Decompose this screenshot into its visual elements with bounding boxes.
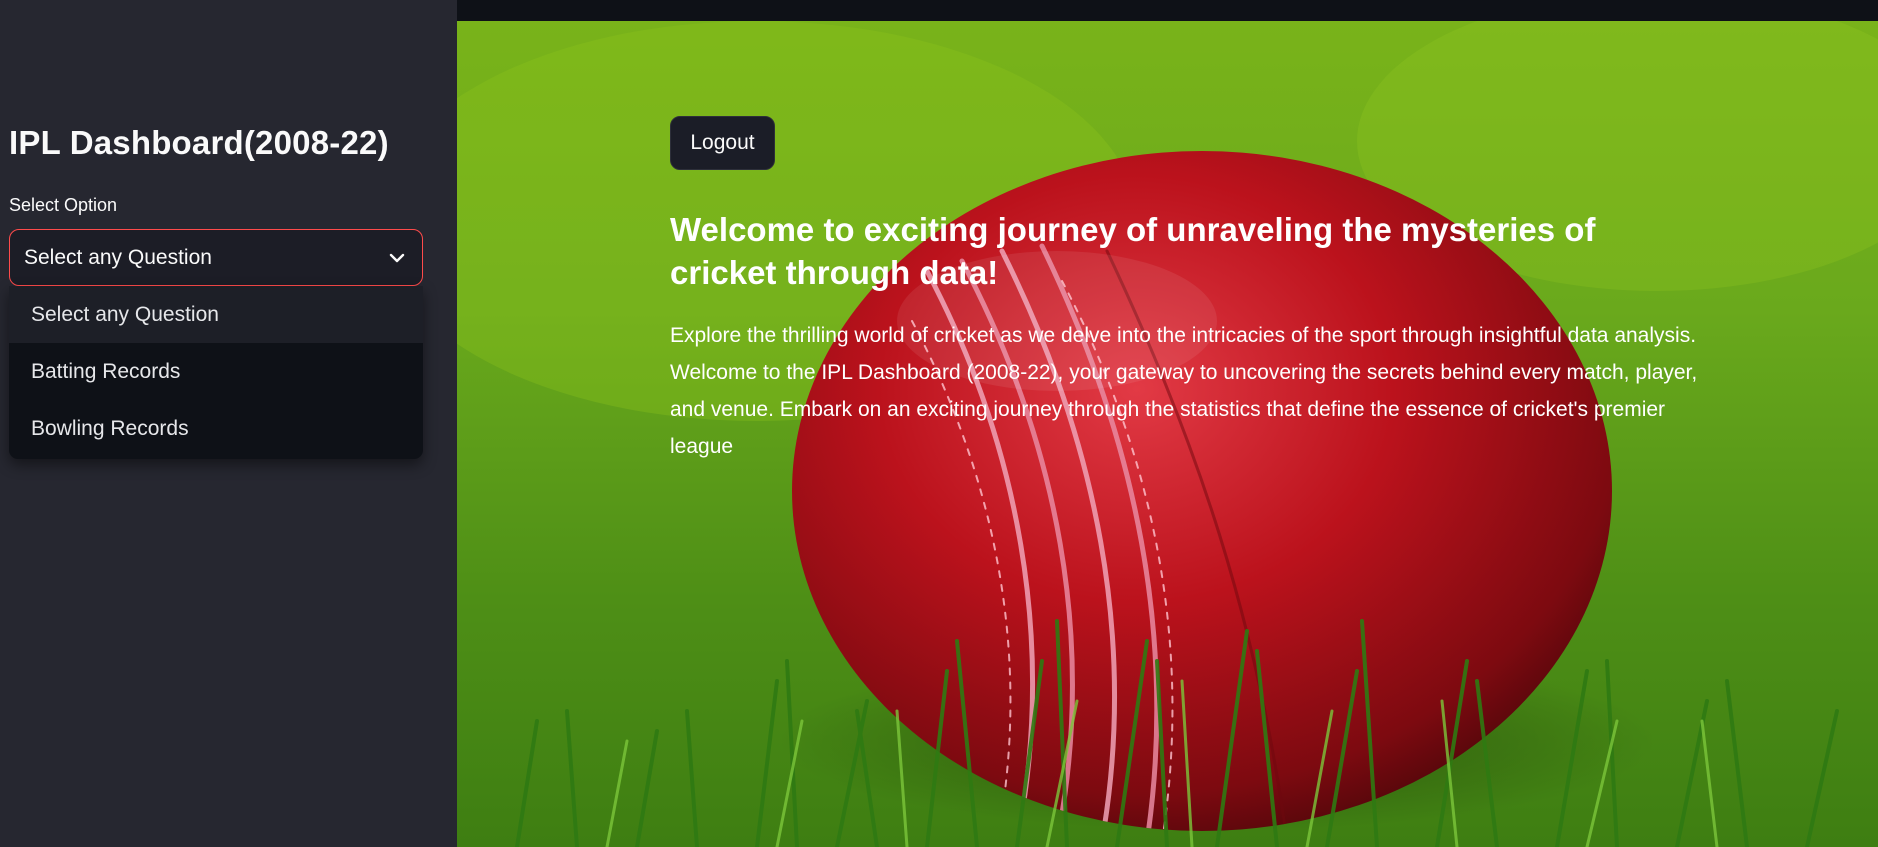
select-label: Select Option [9,195,118,215]
option-batting-records[interactable]: Batting Records [9,343,423,400]
welcome-heading: Welcome to exciting journey of unravelin… [670,211,1596,291]
logout-button[interactable]: Logout [670,116,775,170]
header-bar [457,0,1878,21]
main-content: Logout Welcome to exciting journey of un… [457,0,1878,847]
chevron-down-icon [386,247,408,269]
question-select[interactable]: Select any Question [9,229,423,286]
option-bowling-records[interactable]: Bowling Records [9,400,423,457]
option-select-any-question[interactable]: Select any Question [9,286,423,343]
select-value: Select any Question [24,245,212,269]
close-icon[interactable]: ✕ [408,0,428,5]
sidebar: ✕ IPL Dashboard(2008-22) Select Option S… [0,0,457,847]
sidebar-title: IPL Dashboard(2008-22) [9,124,389,161]
welcome-description: Explore the thrilling world of cricket a… [670,324,1698,458]
dropdown-menu: Select any Question Batting Records Bowl… [9,286,423,459]
